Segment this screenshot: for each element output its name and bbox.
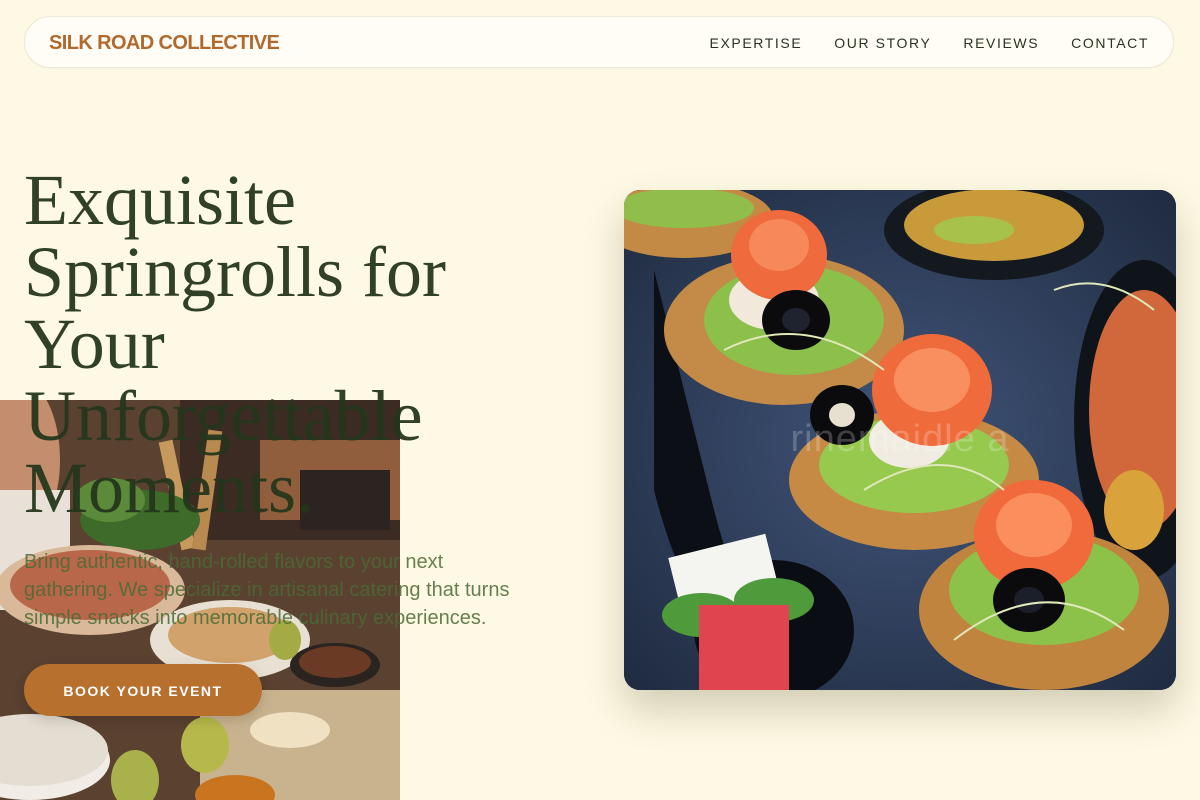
landing-page: SILK ROAD COLLECTIVE EXPERTISE OUR STORY… <box>0 0 1200 800</box>
nav-link-expertise[interactable]: EXPERTISE <box>710 35 803 51</box>
hero-subtitle: Bring authentic, hand-rolled flavors to … <box>24 551 510 629</box>
hero-title: Exquisite Springrolls for Your Unforgett… <box>24 160 446 528</box>
canapes-photo: rinemaidle a <box>624 190 1176 690</box>
nav-link-contact[interactable]: CONTACT <box>1071 35 1149 51</box>
canapes-illustration <box>624 190 1176 690</box>
book-event-button[interactable]: BOOK YOUR EVENT <box>24 664 262 716</box>
brand-logo[interactable]: SILK ROAD COLLECTIVE <box>49 32 280 55</box>
nav-links: EXPERTISE OUR STORY REVIEWS CONTACT <box>710 35 1149 51</box>
top-navbar: SILK ROAD COLLECTIVE EXPERTISE OUR STORY… <box>24 16 1174 68</box>
nav-link-our-story[interactable]: OUR STORY <box>834 35 931 51</box>
nav-link-reviews[interactable]: REVIEWS <box>963 35 1039 51</box>
